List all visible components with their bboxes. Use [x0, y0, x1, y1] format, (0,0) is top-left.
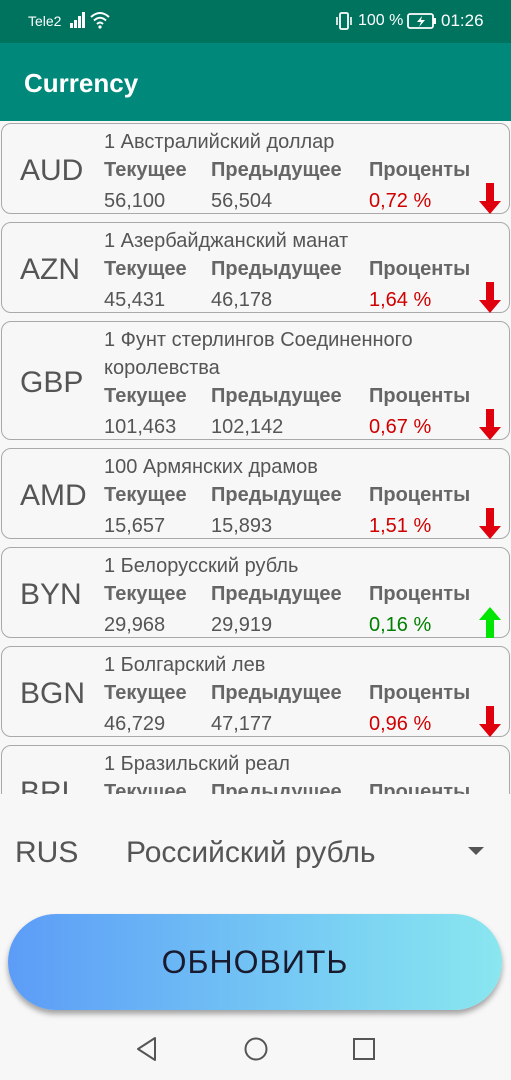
- base-currency-panel: RUS Российский рубль ОБНОВИТЬ: [0, 794, 511, 1022]
- currency-name: 1 Бразильский реал: [104, 753, 290, 775]
- refresh-label: ОБНОВИТЬ: [161, 943, 349, 980]
- arrow-down-icon: [479, 282, 501, 313]
- previous-header: Предыдущее: [211, 159, 342, 181]
- home-icon[interactable]: [243, 1036, 269, 1062]
- currency-name: 1 Фунт стерлингов Соединенного королевст…: [104, 329, 413, 379]
- currency-code: AUD: [20, 154, 84, 187]
- arrow-down-icon: [479, 706, 501, 737]
- currency-name: 1 Болгарский лев: [104, 654, 266, 676]
- previous-value: 29,919: [211, 614, 273, 636]
- current-header: Текущее: [104, 781, 187, 794]
- percent-header: Проценты: [369, 159, 471, 181]
- clock: 01:26: [441, 11, 484, 30]
- currency-name: 1 Белорусский рубль: [104, 555, 299, 577]
- dropdown-arrow-icon[interactable]: [468, 847, 484, 855]
- refresh-button[interactable]: ОБНОВИТЬ: [8, 914, 502, 1010]
- percent-header: Проценты: [369, 583, 471, 605]
- currency-code: AZN: [20, 253, 80, 286]
- currency-code: BRL: [20, 776, 79, 794]
- app-title: Currency: [24, 68, 139, 98]
- previous-header: Предыдущее: [211, 258, 342, 280]
- previous-header: Предыдущее: [211, 583, 342, 605]
- current-value: 101,463: [104, 416, 177, 438]
- signal-icon: [70, 12, 85, 28]
- percent-value: 0,16 %: [369, 614, 432, 636]
- arrow-up-icon: [479, 607, 501, 638]
- percent-header: Проценты: [369, 258, 471, 280]
- carrier-name: Tele2: [28, 13, 62, 29]
- battery-percent: 100 %: [358, 12, 404, 29]
- wifi-icon: [90, 12, 110, 29]
- percent-value: 0,67 %: [369, 416, 432, 438]
- current-header: Текущее: [104, 258, 187, 280]
- currency-code: BGN: [20, 677, 86, 710]
- currency-list[interactable]: AUD 1 Австралийский доллар Текущее Преды…: [0, 121, 511, 794]
- percent-header: Проценты: [369, 484, 471, 506]
- previous-value: 46,178: [211, 289, 273, 311]
- current-value: 56,100: [104, 190, 166, 212]
- previous-value: 47,177: [211, 713, 273, 735]
- app-bar: Currency: [0, 43, 511, 121]
- recents-icon[interactable]: [352, 1036, 376, 1062]
- previous-header: Предыдущее: [211, 682, 342, 704]
- currency-card-gbp[interactable]: GBP 1 Фунт стерлингов Соединенного корол…: [1, 321, 510, 440]
- back-icon[interactable]: [135, 1036, 159, 1062]
- previous-value: 102,142: [211, 416, 284, 438]
- current-value: 15,657: [104, 515, 166, 537]
- currency-card-brl[interactable]: BRL 1 Бразильский реал Текущее Предыдуще…: [1, 745, 510, 794]
- current-header: Текущее: [104, 484, 187, 506]
- current-header: Текущее: [104, 159, 187, 181]
- current-header: Текущее: [104, 682, 187, 704]
- status-bar: Tele2 100 % 01:26: [0, 0, 511, 43]
- percent-header: Проценты: [369, 385, 471, 407]
- currency-card-bgn[interactable]: BGN 1 Болгарский лев Текущее Предыдущее …: [1, 646, 510, 737]
- percent-header: Проценты: [369, 781, 471, 794]
- percent-header: Проценты: [369, 682, 471, 704]
- percent-value: 1,64 %: [369, 289, 432, 311]
- previous-value: 15,893: [211, 515, 273, 537]
- current-value: 29,968: [104, 614, 166, 636]
- currency-name: 1 Австралийский доллар: [104, 131, 335, 153]
- currency-code: AMD: [20, 479, 87, 512]
- previous-header: Предыдущее: [211, 484, 342, 506]
- currency-card-aud[interactable]: AUD 1 Австралийский доллар Текущее Преды…: [1, 123, 510, 214]
- currency-name: 100 Армянских драмов: [104, 456, 318, 478]
- currency-name: 1 Азербайджанский манат: [104, 230, 349, 252]
- current-value: 45,431: [104, 289, 166, 311]
- currency-code: GBP: [20, 366, 84, 399]
- currency-card-azn[interactable]: AZN 1 Азербайджанский манат Текущее Пред…: [1, 222, 510, 313]
- previous-header: Предыдущее: [211, 385, 342, 407]
- arrow-down-icon: [479, 183, 501, 214]
- current-value: 46,729: [104, 713, 166, 735]
- current-header: Текущее: [104, 583, 187, 605]
- navigation-bar: [0, 1022, 511, 1080]
- base-currency-select[interactable]: Российский рубль: [126, 836, 376, 870]
- base-currency-code: RUS: [15, 836, 79, 869]
- percent-value: 0,96 %: [369, 713, 432, 735]
- percent-value: 1,51 %: [369, 515, 432, 537]
- currency-card-amd[interactable]: AMD 100 Армянских драмов Текущее Предыду…: [1, 448, 510, 539]
- percent-value: 0,72 %: [369, 190, 432, 212]
- currency-card-byn[interactable]: BYN 1 Белорусский рубль Текущее Предыдущ…: [1, 547, 510, 638]
- previous-header: Предыдущее: [211, 781, 342, 794]
- previous-value: 56,504: [211, 190, 273, 212]
- vibrate-icon: [336, 12, 352, 30]
- battery-charging-icon: [407, 13, 436, 29]
- arrow-down-icon: [479, 508, 501, 539]
- currency-code: BYN: [20, 578, 82, 611]
- current-header: Текущее: [104, 385, 187, 407]
- arrow-down-icon: [479, 409, 501, 440]
